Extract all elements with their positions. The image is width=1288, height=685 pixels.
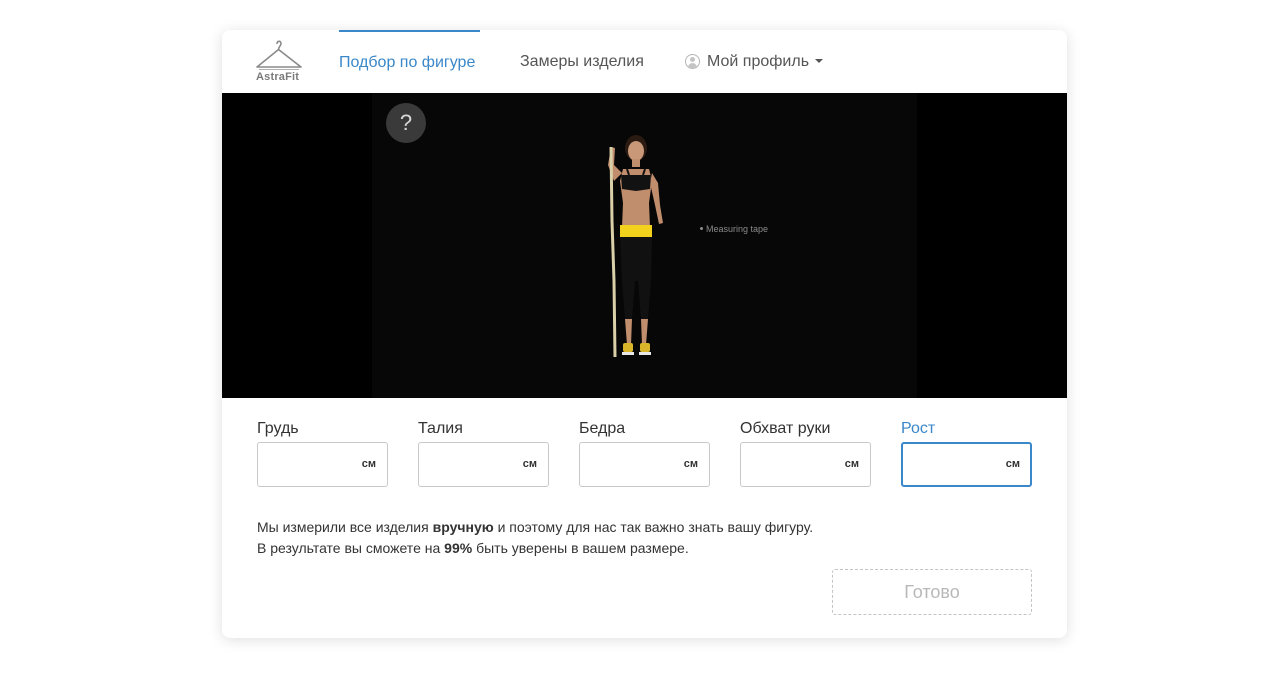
info-line-1: Мы измерили все изделия вручную и поэтом… — [257, 517, 813, 538]
arm-unit: см — [844, 458, 859, 470]
main-card: AstraFit Подбор по фигуре Замеры изделия… — [222, 30, 1067, 638]
tape-label: Measuring tape — [700, 224, 768, 234]
chest-input[interactable] — [258, 443, 353, 486]
hips-field: Бедра см — [579, 418, 710, 487]
profile-menu-label: Мой профиль — [707, 53, 810, 70]
header: AstraFit Подбор по фигуре Замеры изделия… — [222, 30, 1067, 93]
info-line-1-end: и поэтому для нас так важно знать вашу ф… — [493, 519, 814, 535]
height-input-box[interactable]: см — [901, 442, 1032, 487]
tab-figure-fit-label: Подбор по фигуре — [339, 54, 476, 71]
user-icon — [685, 54, 700, 69]
height-input[interactable] — [903, 444, 998, 485]
instruction-video[interactable]: ? Measuring tape — [222, 93, 1067, 398]
waist-unit: см — [522, 458, 537, 470]
profile-menu[interactable]: Мой профиль — [685, 30, 824, 93]
info-line-1-start: Мы измерили все изделия — [257, 519, 433, 535]
info-line-2-start: В результате вы сможете на — [257, 540, 445, 556]
chest-label: Грудь — [257, 420, 299, 437]
info-text: Мы измерили все изделия вручную и поэтом… — [257, 517, 813, 559]
chest-input-box[interactable]: см — [257, 442, 388, 487]
height-field: Рост см — [901, 418, 1032, 487]
arm-input[interactable] — [741, 443, 836, 486]
arm-field: Обхват руки см — [740, 418, 871, 487]
waist-label: Талия — [418, 420, 463, 437]
height-unit: см — [1005, 458, 1020, 470]
arm-label: Обхват руки — [740, 420, 831, 437]
model-figure-image — [608, 135, 663, 358]
caret-down-icon — [815, 59, 824, 63]
chest-unit: см — [361, 458, 376, 470]
waist-input-box[interactable]: см — [418, 442, 549, 487]
tab-item-measurements-label: Замеры изделия — [520, 53, 644, 70]
hips-input-box[interactable]: см — [579, 442, 710, 487]
info-line-2-end: быть уверены в вашем размере. — [472, 540, 689, 556]
waist-field: Талия см — [418, 418, 549, 487]
info-line-1-bold: вручную — [432, 519, 494, 535]
height-label: Рост — [901, 420, 936, 437]
chest-field: Грудь см — [257, 418, 388, 487]
logo-text: AstraFit — [256, 71, 300, 83]
hanger-icon — [256, 40, 302, 70]
info-line-2: В результате вы сможете на 99% быть увер… — [257, 538, 813, 559]
hips-unit: см — [683, 458, 698, 470]
waist-input[interactable] — [419, 443, 514, 486]
info-line-2-bold: 99% — [444, 540, 473, 556]
done-button[interactable]: Готово — [832, 569, 1032, 615]
logo[interactable]: AstraFit — [255, 38, 303, 86]
tab-figure-fit[interactable]: Подбор по фигуре — [339, 30, 480, 93]
hips-input[interactable] — [580, 443, 675, 486]
arm-input-box[interactable]: см — [740, 442, 871, 487]
help-button[interactable]: ? — [386, 103, 426, 143]
tab-item-measurements[interactable]: Замеры изделия — [520, 30, 644, 93]
question-icon: ? — [399, 110, 413, 135]
hips-label: Бедра — [579, 420, 626, 437]
